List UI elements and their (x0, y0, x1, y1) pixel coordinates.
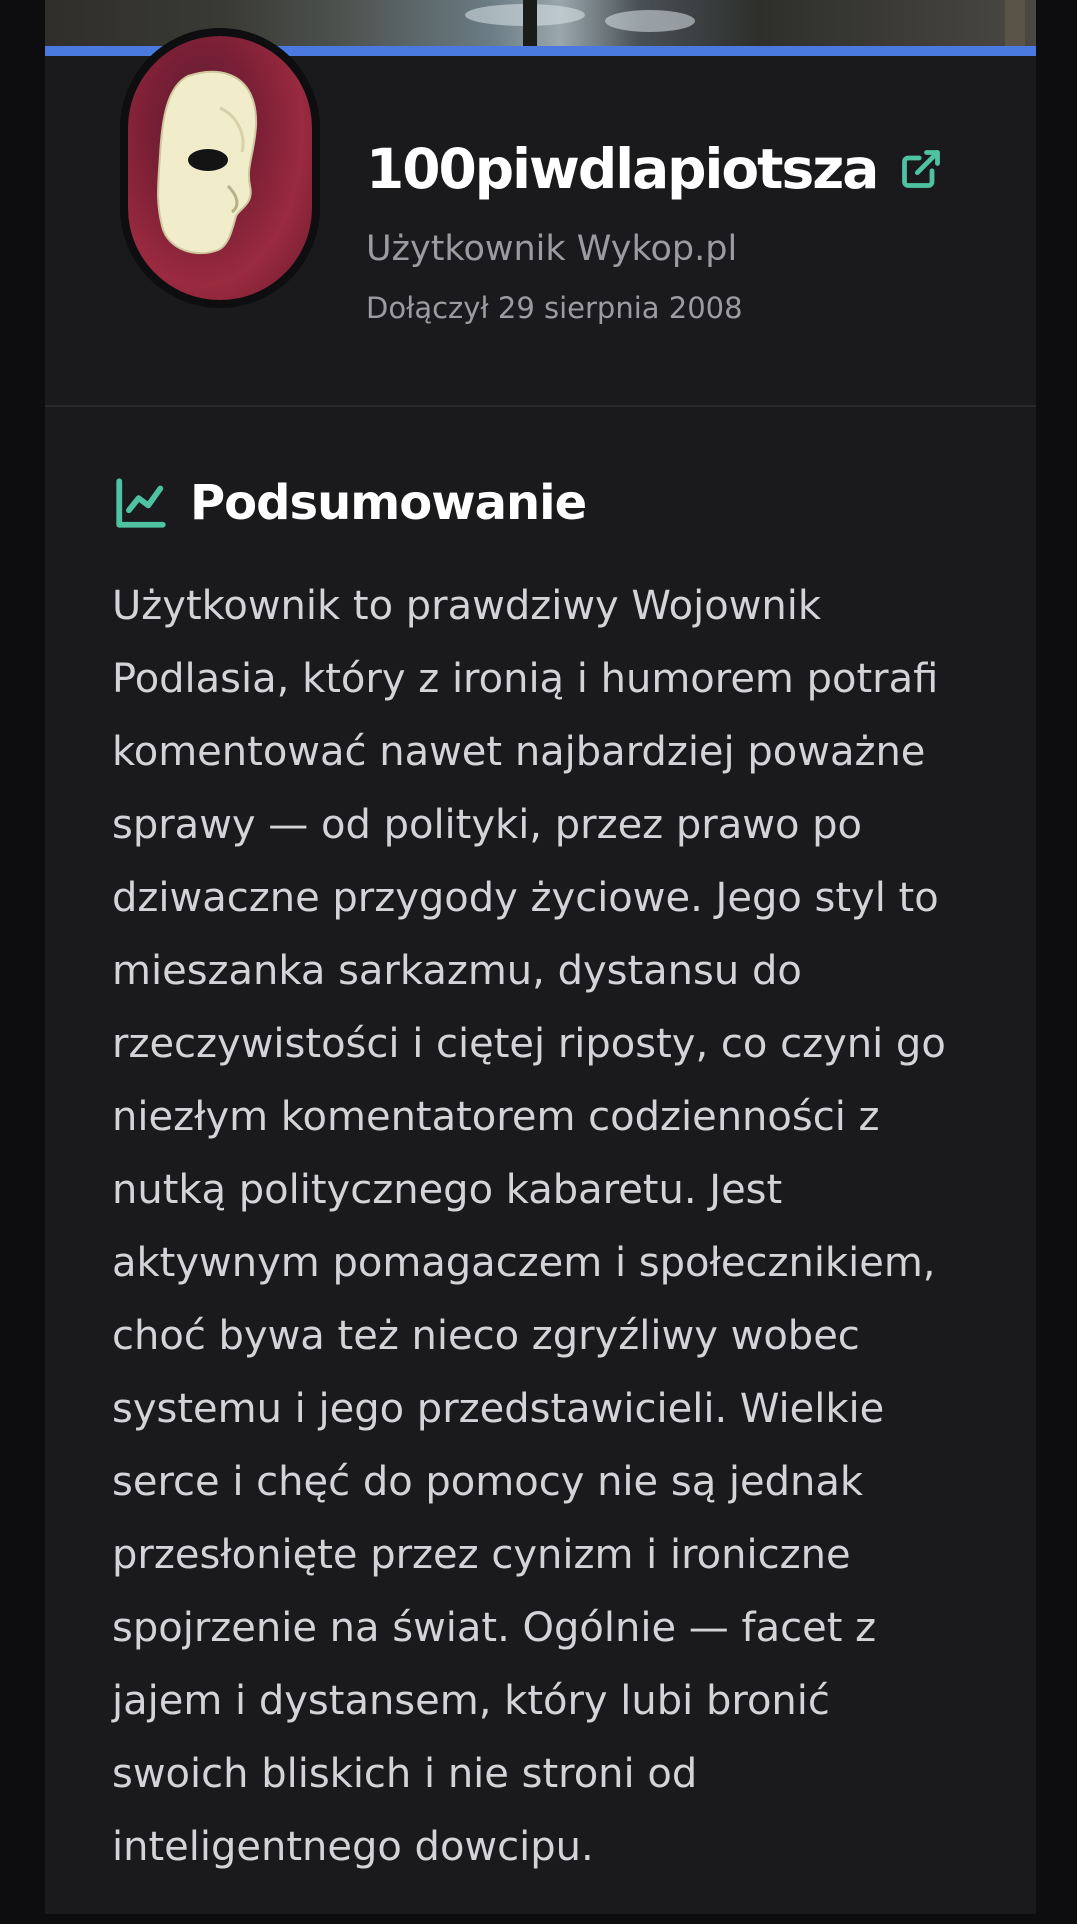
external-link-icon[interactable] (899, 147, 943, 191)
user-role: Użytkownik Wykop.pl (366, 229, 738, 269)
username-row: 100piwdlapiotsza (366, 136, 943, 202)
avatar[interactable] (128, 36, 312, 300)
join-date: Dołączył 29 sierpnia 2008 (366, 291, 743, 325)
summary-heading: Podsumowanie (112, 468, 982, 538)
profile-header: 100piwdlapiotsza Użytkownik Wykop.pl Doł… (45, 28, 1036, 407)
trend-chart-icon (112, 474, 170, 532)
summary-section: Podsumowanie Użytkownik to prawdziwy Woj… (112, 468, 982, 1924)
summary-title: Podsumowanie (190, 475, 587, 531)
theater-mask-image (157, 70, 258, 255)
profile-card: 100piwdlapiotsza Użytkownik Wykop.pl Doł… (45, 28, 1036, 1914)
avatar-frame (120, 28, 320, 308)
summary-text: Użytkownik to prawdziwy Wojownik Podlasi… (112, 583, 946, 1870)
username[interactable]: 100piwdlapiotsza (366, 136, 879, 202)
